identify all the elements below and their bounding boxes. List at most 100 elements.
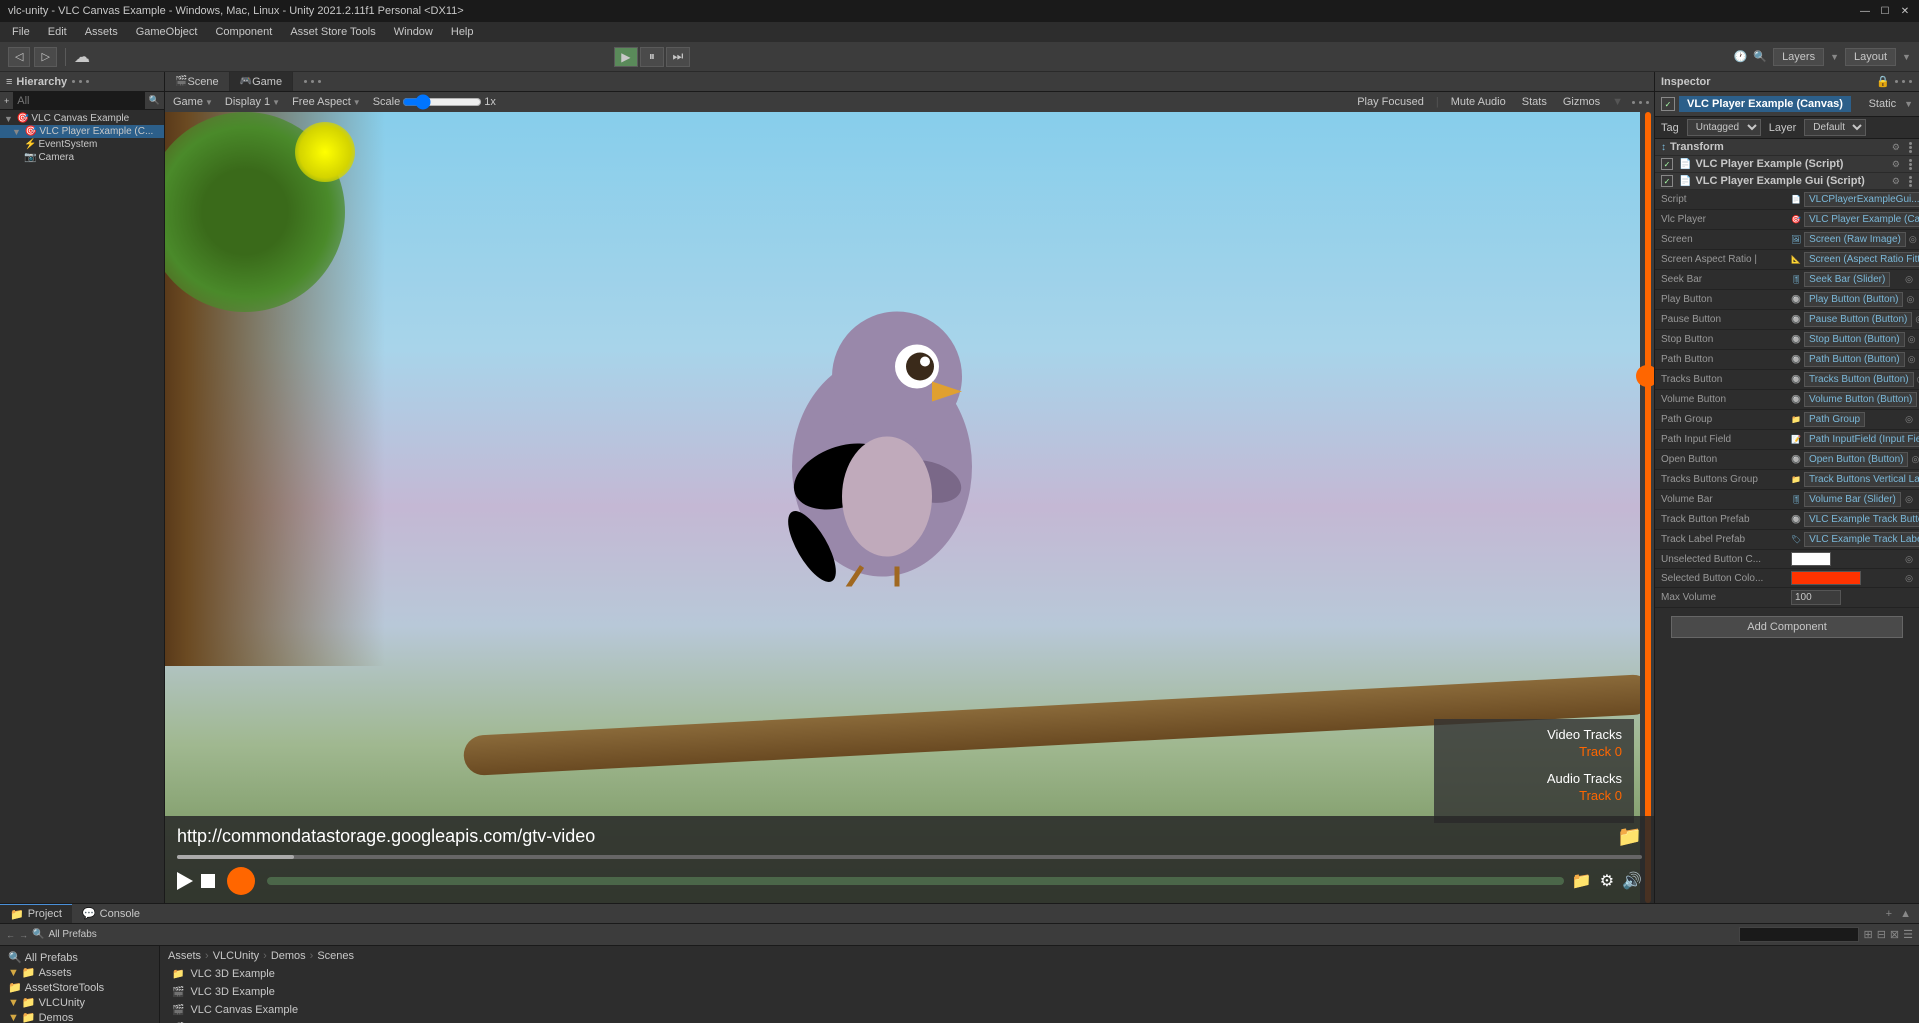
bottom-back-icon[interactable]: ← [6,930,15,940]
minimize-button[interactable]: — [1859,5,1871,17]
tracklblprefab-ref-value[interactable]: VLC Example Track Label... [1804,532,1919,547]
vlcplayer-settings-icon[interactable]: ⚙ [1892,159,1900,170]
gizmos-button[interactable]: Gizmos [1559,96,1604,108]
file-vlc3d-folder[interactable]: 📁 VLC 3D Example [168,966,1911,982]
vlcplayergui-enabled-checkbox[interactable]: ✓ [1661,175,1673,187]
pathgroup-ref-pick[interactable]: ◎ [1905,414,1913,425]
playbutton-ref-value[interactable]: Play Button (Button) [1804,292,1904,307]
layers-button[interactable]: Layers [1773,48,1824,66]
mute-audio-button[interactable]: Mute Audio [1447,96,1510,108]
unselected-color-pick[interactable]: ◎ [1905,554,1913,565]
play-button[interactable]: ▶ [614,47,638,67]
vlc-settings-button[interactable]: ⚙ [1600,871,1614,891]
inspector-menu[interactable] [1894,80,1913,83]
hierarchy-item-vlcplayer[interactable]: ▼ 🎯 VLC Player Example (C... [0,125,164,138]
bottom-icon3[interactable]: ⊠ [1890,928,1899,941]
volumebar-ref-value[interactable]: Volume Bar (Slider) [1804,492,1901,507]
tracksbutton-ref-value[interactable]: Tracks Button (Button) [1804,372,1914,387]
screen-ref-value[interactable]: Screen (Raw Image) [1804,232,1906,247]
menu-assets[interactable]: Assets [77,24,126,40]
folder-all-prefabs[interactable]: 🔍 All Prefabs [4,950,155,965]
breadcrumb-demos[interactable]: Demos [271,950,306,962]
pausebutton-ref-value[interactable]: Pause Button (Button) [1804,312,1912,327]
bottom-forward-icon[interactable]: → [19,930,28,940]
layer-dropdown[interactable]: Default [1804,119,1866,136]
bottom-icon4[interactable]: ☰ [1903,928,1913,941]
pathgroup-ref-value[interactable]: Path Group [1804,412,1865,427]
inspector-lock-icon[interactable]: 🔒 [1876,75,1890,88]
playbutton-ref-pick[interactable]: ◎ [1906,294,1914,305]
bottom-icon2[interactable]: ⊟ [1877,928,1886,941]
folder-assetstoretools[interactable]: 📁 AssetStoreTools [4,980,155,995]
volumebutton-ref-value[interactable]: Volume Button (Button) [1804,392,1917,407]
pathbutton-ref-value[interactable]: Path Button (Button) [1804,352,1905,367]
unselected-color-swatch[interactable] [1791,552,1831,566]
seekbar-ref-value[interactable]: Seek Bar (Slider) [1804,272,1890,287]
audio-track-0[interactable]: Track 0 [1446,788,1622,803]
transform-settings-icon[interactable]: ⚙ [1892,142,1900,153]
tag-dropdown[interactable]: Untagged [1687,119,1761,136]
hierarchy-menu[interactable] [71,80,90,83]
layout-button[interactable]: Layout [1845,48,1896,66]
openbutton-ref-pick[interactable]: ◎ [1911,454,1919,465]
bottom-search-input[interactable] [1739,927,1859,942]
vlc-open-folder-button[interactable]: 📁 [1617,824,1642,849]
maximize-button[interactable]: ☐ [1879,5,1891,17]
selected-color-swatch[interactable] [1791,571,1861,585]
component-transform[interactable]: ↕ Transform ⚙ [1655,139,1919,156]
menu-component[interactable]: Component [207,24,280,40]
breadcrumb-scenes[interactable]: Scenes [317,950,354,962]
scale-control[interactable]: Scale 1x [369,96,500,108]
vlc-stop-button[interactable] [201,874,215,888]
tab-scene[interactable]: 🎬 Scene [165,72,230,91]
folder-demos[interactable]: ▼ 📁 Demos [4,1010,155,1023]
vlc-seek-bar[interactable] [177,855,1642,859]
aspect-ref-value[interactable]: Screen (Aspect Ratio Fitte... [1804,252,1919,267]
vlcplayergui-settings-icon[interactable]: ⚙ [1892,176,1900,187]
vlcplayer-dots-icon[interactable] [1908,159,1913,170]
play-focused-button[interactable]: Play Focused [1353,96,1428,108]
vlc-progress-bar[interactable] [267,877,1564,885]
search-icon[interactable]: 🔍 [1753,50,1767,63]
component-vlcplayer-script[interactable]: ✓ 📄 VLC Player Example (Script) ⚙ [1655,156,1919,173]
close-button[interactable]: ✕ [1899,5,1911,17]
game-display-selector[interactable]: Game ▼ [169,96,217,108]
component-vlcplayer-gui-script[interactable]: ✓ 📄 VLC Player Example Gui (Script) ⚙ [1655,173,1919,190]
vlcplayer-enabled-checkbox[interactable]: ✓ [1661,158,1673,170]
stopbutton-ref-value[interactable]: Stop Button (Button) [1804,332,1905,347]
aspect-selector[interactable]: Free Aspect ▼ [288,96,365,108]
scale-slider[interactable] [402,97,482,107]
undo-button[interactable]: ◁ [8,47,30,67]
stopbutton-ref-pick[interactable]: ◎ [1908,334,1916,345]
vertical-scrollbar[interactable] [1640,112,1654,903]
view-tabs-menu[interactable] [297,72,328,91]
openbutton-ref-value[interactable]: Open Button (Button) [1804,452,1909,467]
hierarchy-item-vlccanvas[interactable]: ▼ 🎯 VLC Canvas Example [0,112,164,125]
history-button[interactable]: 🕐 [1734,50,1748,63]
trackbtnprefab-ref-value[interactable]: VLC Example Track Butto... [1804,512,1919,527]
transform-dots-icon[interactable] [1908,142,1913,153]
tab-game[interactable]: 🎮 Game [230,72,293,91]
stats-button[interactable]: Stats [1518,96,1551,108]
file-vlc3d-scene[interactable]: 🎬 VLC 3D Example [168,984,1911,1000]
display-selector[interactable]: Display 1 ▼ [221,96,284,108]
account-icon[interactable]: ☁ [74,47,90,67]
game-toolbar-menu[interactable] [1631,101,1650,104]
redo-button[interactable]: ▷ [34,47,56,67]
bottom-panel-add[interactable]: + [1886,908,1892,920]
vlc-volume-knob[interactable] [227,867,255,895]
tab-project[interactable]: 📁 Project [0,904,72,923]
screen-ref-pick[interactable]: ◎ [1909,234,1917,245]
static-dropdown-arrow[interactable]: ▼ [1904,99,1913,109]
breadcrumb-assets[interactable]: Assets [168,950,201,962]
step-button[interactable]: ⏭ [666,47,690,67]
hierarchy-item-eventsystem[interactable]: ⚡ EventSystem [0,138,164,151]
bottom-icon1[interactable]: ⊞ [1863,928,1872,941]
vlc-play-button[interactable] [177,872,193,890]
menu-help[interactable]: Help [443,24,482,40]
volumebar-ref-pick[interactable]: ◎ [1905,494,1913,505]
max-volume-input[interactable] [1791,590,1841,605]
vlc-volume-button[interactable]: 🔊 [1622,871,1642,891]
vlc-folder2-button[interactable]: 📁 [1572,871,1592,891]
menu-assetstoretools[interactable]: Asset Store Tools [282,24,383,40]
